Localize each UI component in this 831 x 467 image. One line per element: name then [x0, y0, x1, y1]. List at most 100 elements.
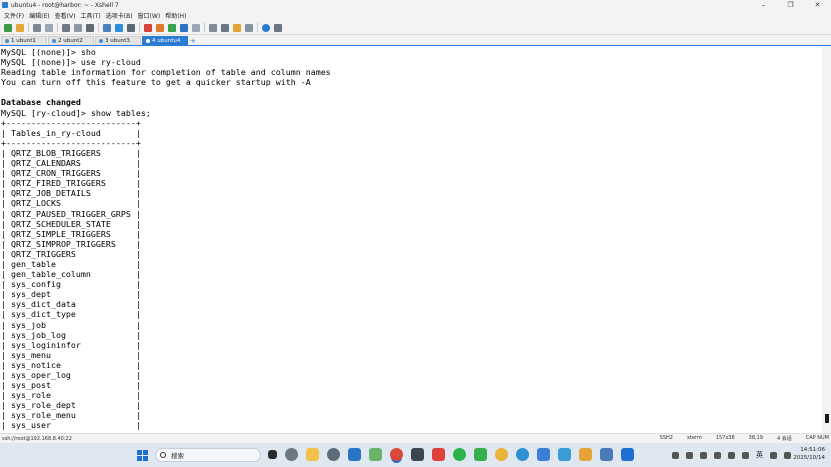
options-icon[interactable] [274, 23, 282, 32]
terminal-app-icon[interactable] [411, 448, 424, 461]
terminal-line: | sys_config | [1, 279, 141, 290]
edge-icon[interactable] [516, 448, 529, 461]
settings-icon[interactable] [285, 448, 298, 461]
session-count: 4 会话 [776, 436, 792, 442]
app-icon-blue[interactable] [537, 448, 550, 461]
keyboard-icon[interactable] [209, 23, 217, 32]
menu-file[interactable]: 文件(F) [4, 11, 24, 20]
key-state: CAP NUM [805, 435, 829, 441]
new-session-icon[interactable] [4, 23, 12, 32]
terminal-line: +--------------------------+ [1, 137, 141, 148]
menu-help[interactable]: 帮助(H) [165, 11, 186, 20]
properties-icon[interactable] [103, 23, 111, 32]
transfer-icon[interactable] [156, 23, 164, 32]
terminal-line: | QRTZ_SIMPROP_TRIGGERS | [1, 238, 141, 249]
menu-view[interactable]: 查看(V) [55, 11, 76, 20]
maximize-button[interactable]: ❐ [777, 0, 804, 10]
reconnect-icon[interactable] [33, 23, 41, 32]
tab-ubunt3[interactable]: 3 ubunt3 [95, 36, 141, 45]
tray-app-icon[interactable] [672, 451, 679, 459]
window-controls: – ❐ ✕ [750, 0, 831, 10]
terminal-line: | QRTZ_BLOB_TRIGGERS | [1, 147, 141, 158]
terminal-line: | gen_table | [1, 258, 141, 269]
terminal-line: | sys_job_log | [1, 329, 141, 340]
app-icon-green[interactable] [474, 448, 487, 461]
find-icon[interactable] [86, 23, 94, 32]
tray-chevron-icon[interactable] [742, 451, 749, 459]
tab-label: 4 ubuntu4 [152, 38, 181, 44]
search-icon [160, 452, 166, 458]
windows-start-icon[interactable] [137, 450, 148, 461]
task-view-icon[interactable] [268, 450, 277, 459]
status-bar: ssh://root@192.168.8.40:22 SSH2 xterm 15… [0, 433, 831, 443]
app-icon[interactable] [327, 448, 340, 461]
terminal-line: | sys_role_menu | [1, 410, 141, 421]
font-icon[interactable] [127, 23, 135, 32]
menu-tools[interactable]: 工具(T) [80, 11, 100, 20]
system-clock[interactable]: 14:51:06 2025/10/14 [793, 446, 825, 462]
menu-window[interactable]: 窗口(W) [138, 11, 161, 20]
minimize-button[interactable]: – [750, 0, 777, 10]
disconnect-icon[interactable] [45, 23, 53, 32]
app-icon-gray[interactable] [600, 448, 613, 461]
ime-indicator[interactable]: 英 [756, 450, 763, 460]
feishu-icon[interactable] [558, 448, 571, 461]
terminal-output[interactable]: MySQL [(none)]> sho MySQL [(none)]> use r… [0, 47, 822, 433]
tab-ubunt1[interactable]: 1 ubunt1 [1, 36, 47, 45]
lock-icon[interactable] [192, 23, 200, 32]
fullscreen-icon[interactable] [180, 23, 188, 32]
help-icon[interactable] [262, 23, 270, 32]
scrollbar-thumb[interactable] [825, 414, 829, 423]
menu-edit[interactable]: 编辑(E) [29, 11, 49, 20]
tab-label: 3 ubunt3 [105, 38, 130, 44]
menu-bar: 文件(F) 编辑(E) 查看(V) 工具(T) 选项卡(B) 窗口(W) 帮助(… [0, 10, 831, 21]
app-icon-red[interactable] [432, 448, 445, 461]
toolbar-divider [98, 23, 99, 32]
paste-icon[interactable] [74, 23, 82, 32]
volume-icon[interactable] [770, 451, 777, 459]
terminal-type: xterm [686, 435, 702, 441]
tray-app-icon[interactable] [686, 451, 693, 459]
windows-taskbar: 搜索 英 14:51:06 2025/10/14 [0, 443, 831, 467]
mail-icon[interactable] [621, 448, 634, 461]
globe-icon[interactable] [115, 23, 123, 32]
taskbar-search[interactable]: 搜索 [155, 448, 261, 462]
tab-ubuntu4[interactable]: 4 ubuntu4 [142, 36, 188, 45]
close-button[interactable]: ✕ [804, 0, 831, 10]
terminal-line: | QRTZ_CRON_TRIGGERS | [1, 168, 141, 179]
terminal-scrollbar[interactable] [822, 47, 831, 433]
script-icon[interactable] [168, 23, 176, 32]
open-folder-icon[interactable] [16, 23, 24, 32]
tray-app-icon[interactable] [700, 451, 707, 459]
terminal-line: MySQL [(none)]> use ry-cloud [1, 57, 141, 68]
highlight-icon[interactable] [221, 23, 229, 32]
notepad-icon[interactable] [369, 448, 382, 461]
vscode-icon[interactable] [348, 448, 361, 461]
terminal-line: | sys_dict_type | [1, 309, 141, 320]
xshell-taskbar-icon[interactable] [390, 448, 403, 461]
copy-icon[interactable] [62, 23, 70, 32]
tray-app-icon[interactable] [728, 451, 735, 459]
search-placeholder: 搜索 [171, 452, 184, 460]
toolbar-divider [257, 23, 258, 32]
compose-icon[interactable] [233, 23, 241, 32]
system-tray: 英 [672, 450, 798, 460]
file-explorer-icon[interactable] [306, 448, 319, 461]
terminal-size: 157x38 [715, 435, 735, 441]
terminal-line: | QRTZ_FIRED_TRIGGERS | [1, 178, 141, 189]
terminal-line: | sys_post | [1, 380, 141, 391]
battery-icon[interactable] [784, 451, 791, 459]
layout-icon[interactable] [245, 23, 253, 32]
xftp-icon[interactable] [144, 23, 152, 32]
tray-app-icon[interactable] [714, 451, 721, 459]
wechat-icon[interactable] [453, 448, 466, 461]
terminal-line: | sys_logininfor | [1, 339, 141, 350]
app-icon-orange[interactable] [579, 448, 592, 461]
chrome-icon[interactable] [495, 448, 508, 461]
session-status-icon [99, 39, 103, 43]
menu-tab[interactable]: 选项卡(B) [106, 11, 133, 20]
add-tab-button[interactable]: + [189, 36, 197, 45]
pinned-apps [268, 448, 642, 461]
tab-ubunt2[interactable]: 2 ubunt2 [48, 36, 94, 45]
